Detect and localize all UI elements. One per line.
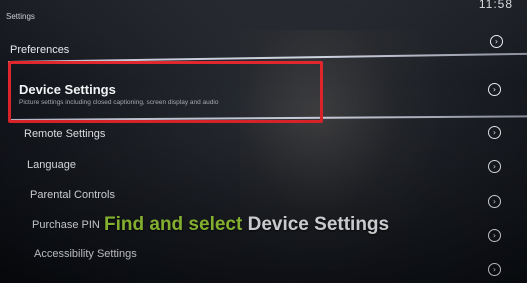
- menu-item-label: Remote Settings: [24, 128, 106, 140]
- menu-item-accessibility-settings[interactable]: Accessibility Settings ›: [0, 246, 527, 276]
- chevron-right-circle-icon: ›: [488, 263, 501, 276]
- clock-display: 11:58: [478, 0, 513, 11]
- menu-item-remote-settings[interactable]: Remote Settings ›: [0, 126, 527, 146]
- menu-item-label: Preferences: [10, 44, 70, 56]
- instruction-caption: Find and select Device Settings: [104, 214, 389, 236]
- highlight-annotation-box: [8, 61, 323, 123]
- menu-item-label: Purchase PIN: [32, 219, 100, 231]
- menu-item-label: Accessibility Settings: [34, 248, 137, 260]
- caption-action-text: Find and select: [104, 214, 243, 235]
- chevron-right-circle-icon: ›: [488, 160, 501, 173]
- menu-item-language[interactable]: Language ›: [0, 157, 527, 177]
- chevron-right-circle-icon: ›: [488, 229, 501, 242]
- caption-target-text: Device Settings: [247, 214, 390, 235]
- tv-settings-screen: Settings 11:58 Preferences › › Device Se…: [0, 0, 527, 283]
- chevron-right-circle-icon: ›: [488, 83, 501, 96]
- menu-item-label: Language: [27, 159, 76, 171]
- chevron-right-circle-icon: ›: [488, 195, 501, 208]
- chevron-right-circle-icon: ›: [490, 35, 503, 48]
- settings-header: Settings: [6, 12, 35, 21]
- chevron-right-circle-icon: ›: [488, 126, 501, 139]
- menu-item-parental-controls[interactable]: Parental Controls ›: [0, 187, 527, 208]
- menu-item-label: Parental Controls: [30, 189, 115, 201]
